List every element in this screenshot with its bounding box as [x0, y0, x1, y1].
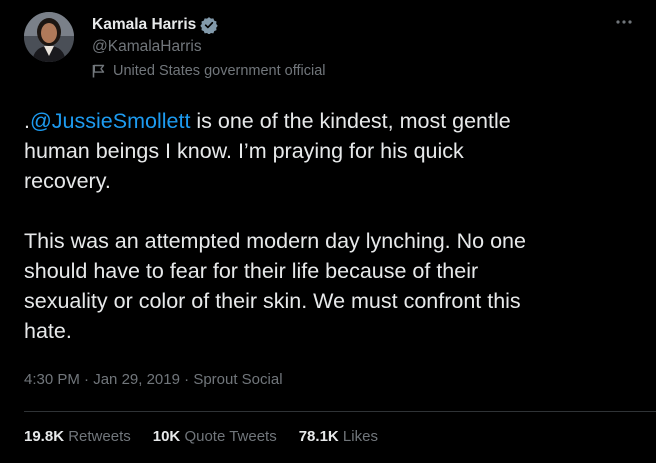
retweets-label: Retweets [68, 428, 131, 445]
tweet-date[interactable]: Jan 29, 2019 [93, 371, 180, 388]
likes-count: 78.1K [298, 428, 339, 445]
author-avatar[interactable] [24, 12, 74, 62]
tweet-source[interactable]: Sprout Social [193, 371, 282, 388]
retweets-stat[interactable]: 19.8K Retweets [24, 428, 131, 445]
likes-stat[interactable]: 78.1K Likes [299, 428, 378, 445]
tweet-time[interactable]: 4:30 PM [24, 371, 80, 388]
government-official-label: United States government official [92, 63, 326, 79]
author-name[interactable]: Kamala Harris [92, 16, 196, 34]
tweet-text: .@JussieSmollett is one of the kindest, … [24, 106, 634, 346]
author-handle[interactable]: @KamalaHarris [92, 38, 202, 56]
meta-separator: · [84, 371, 90, 388]
likes-label: Likes [342, 428, 378, 445]
quotes-label: Quote Tweets [184, 428, 277, 445]
tweet-body-text: is one of the kindest, most gentle human… [24, 109, 526, 343]
quote-tweets-stat[interactable]: 10K Quote Tweets [153, 428, 277, 445]
mention-link[interactable]: @JussieSmollett [30, 109, 190, 133]
government-flag-icon [92, 64, 105, 78]
retweets-count: 19.8K [24, 428, 65, 445]
official-label-text: United States government official [113, 63, 326, 79]
tweet-stats: 19.8K Retweets 10K Quote Tweets 78.1K Li… [24, 428, 378, 445]
more-options-icon[interactable] [612, 12, 636, 36]
quotes-count: 10K [152, 428, 181, 445]
tweet-metadata: 4:30 PM · Jan 29, 2019 · Sprout Social [24, 371, 283, 388]
divider-top [24, 411, 656, 412]
verified-badge-icon [200, 16, 218, 35]
avatar-image [24, 12, 74, 62]
meta-separator-2: · [184, 371, 190, 388]
